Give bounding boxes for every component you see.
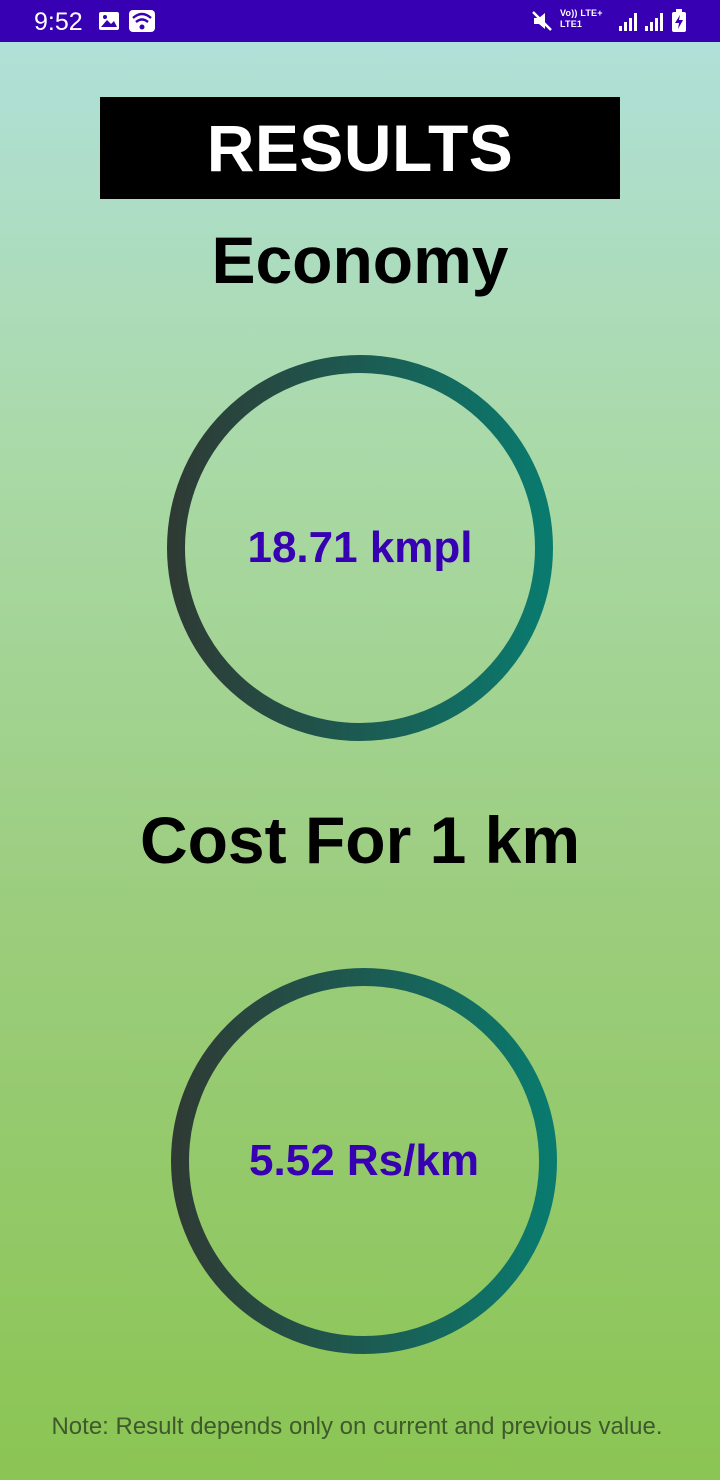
cost-ring: 5.52 Rs/km — [171, 968, 557, 1354]
network-type-label: Vo)) LTE+ LTE1 — [560, 8, 603, 30]
signal-icon — [643, 8, 665, 34]
status-bar: 9:52 Vo)) LTE+ LTE1 — [0, 0, 720, 42]
wifi-icon — [128, 8, 156, 34]
economy-value: 18.71 kmpl — [247, 523, 473, 572]
image-icon — [97, 8, 121, 34]
economy-heading: Economy — [211, 223, 509, 297]
cost-value: 5.52 Rs/km — [249, 1136, 479, 1185]
footer-note: Note: Result depends only on current and… — [51, 1413, 663, 1440]
results-banner: RESULTS — [100, 97, 620, 199]
network-label-top: Vo)) LTE+ — [560, 8, 603, 18]
battery-charging-icon — [670, 8, 688, 34]
results-screen: RESULTS Economy 18.71 kmpl Cost For 1 km — [0, 42, 720, 1480]
mute-icon — [530, 8, 554, 34]
signal-icon — [617, 8, 639, 34]
page-title: RESULTS — [206, 111, 514, 185]
status-time: 9:52 — [34, 8, 83, 36]
network-label-bottom: LTE1 — [560, 19, 583, 29]
economy-ring: 18.71 kmpl — [167, 355, 553, 741]
cost-heading: Cost For 1 km — [139, 803, 581, 877]
